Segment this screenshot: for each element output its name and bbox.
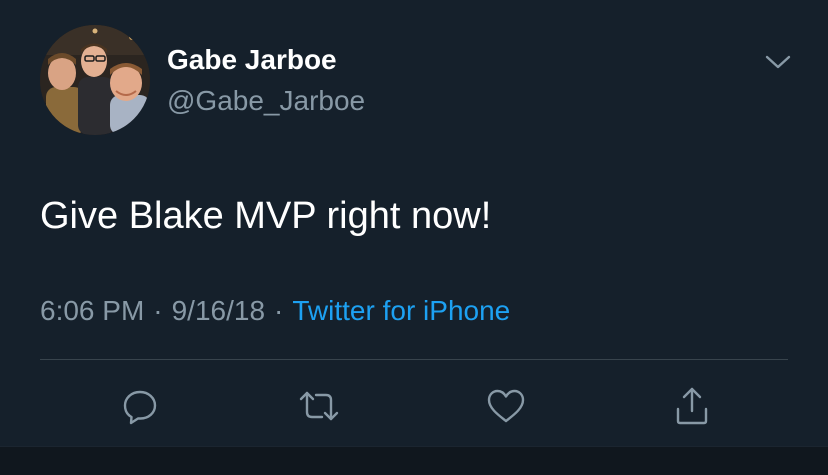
bottom-bar <box>0 446 828 475</box>
retweet-button[interactable] <box>297 384 341 428</box>
reply-button[interactable] <box>118 384 162 428</box>
author-display-name[interactable]: Gabe Jarboe <box>167 44 337 76</box>
tweet-text: Give Blake MVP right now! <box>40 195 492 237</box>
heart-icon <box>487 389 525 423</box>
meta-separator: · <box>274 295 284 326</box>
tweet-menu-button[interactable] <box>760 48 796 76</box>
author-handle[interactable]: @Gabe_Jarboe <box>167 85 365 117</box>
avatar-photo <box>40 25 150 135</box>
tweet-meta: 6:06 PM · 9/16/18 · Twitter for iPhone <box>40 294 510 328</box>
tweet-time: 6:06 PM <box>40 295 145 326</box>
tweet-source-link[interactable]: Twitter for iPhone <box>292 295 510 326</box>
author-avatar[interactable] <box>40 25 150 135</box>
retweet-icon <box>299 391 339 421</box>
chevron-down-icon <box>765 55 791 69</box>
tweet-card: Gabe Jarboe @Gabe_Jarboe Give Blake MVP … <box>0 0 828 446</box>
share-button[interactable] <box>670 384 714 428</box>
meta-separator: · <box>153 295 163 326</box>
share-icon <box>676 387 708 425</box>
actions-divider <box>40 359 788 360</box>
like-button[interactable] <box>484 384 528 428</box>
tweet-date[interactable]: 9/16/18 <box>172 295 265 326</box>
reply-icon <box>123 390 157 425</box>
